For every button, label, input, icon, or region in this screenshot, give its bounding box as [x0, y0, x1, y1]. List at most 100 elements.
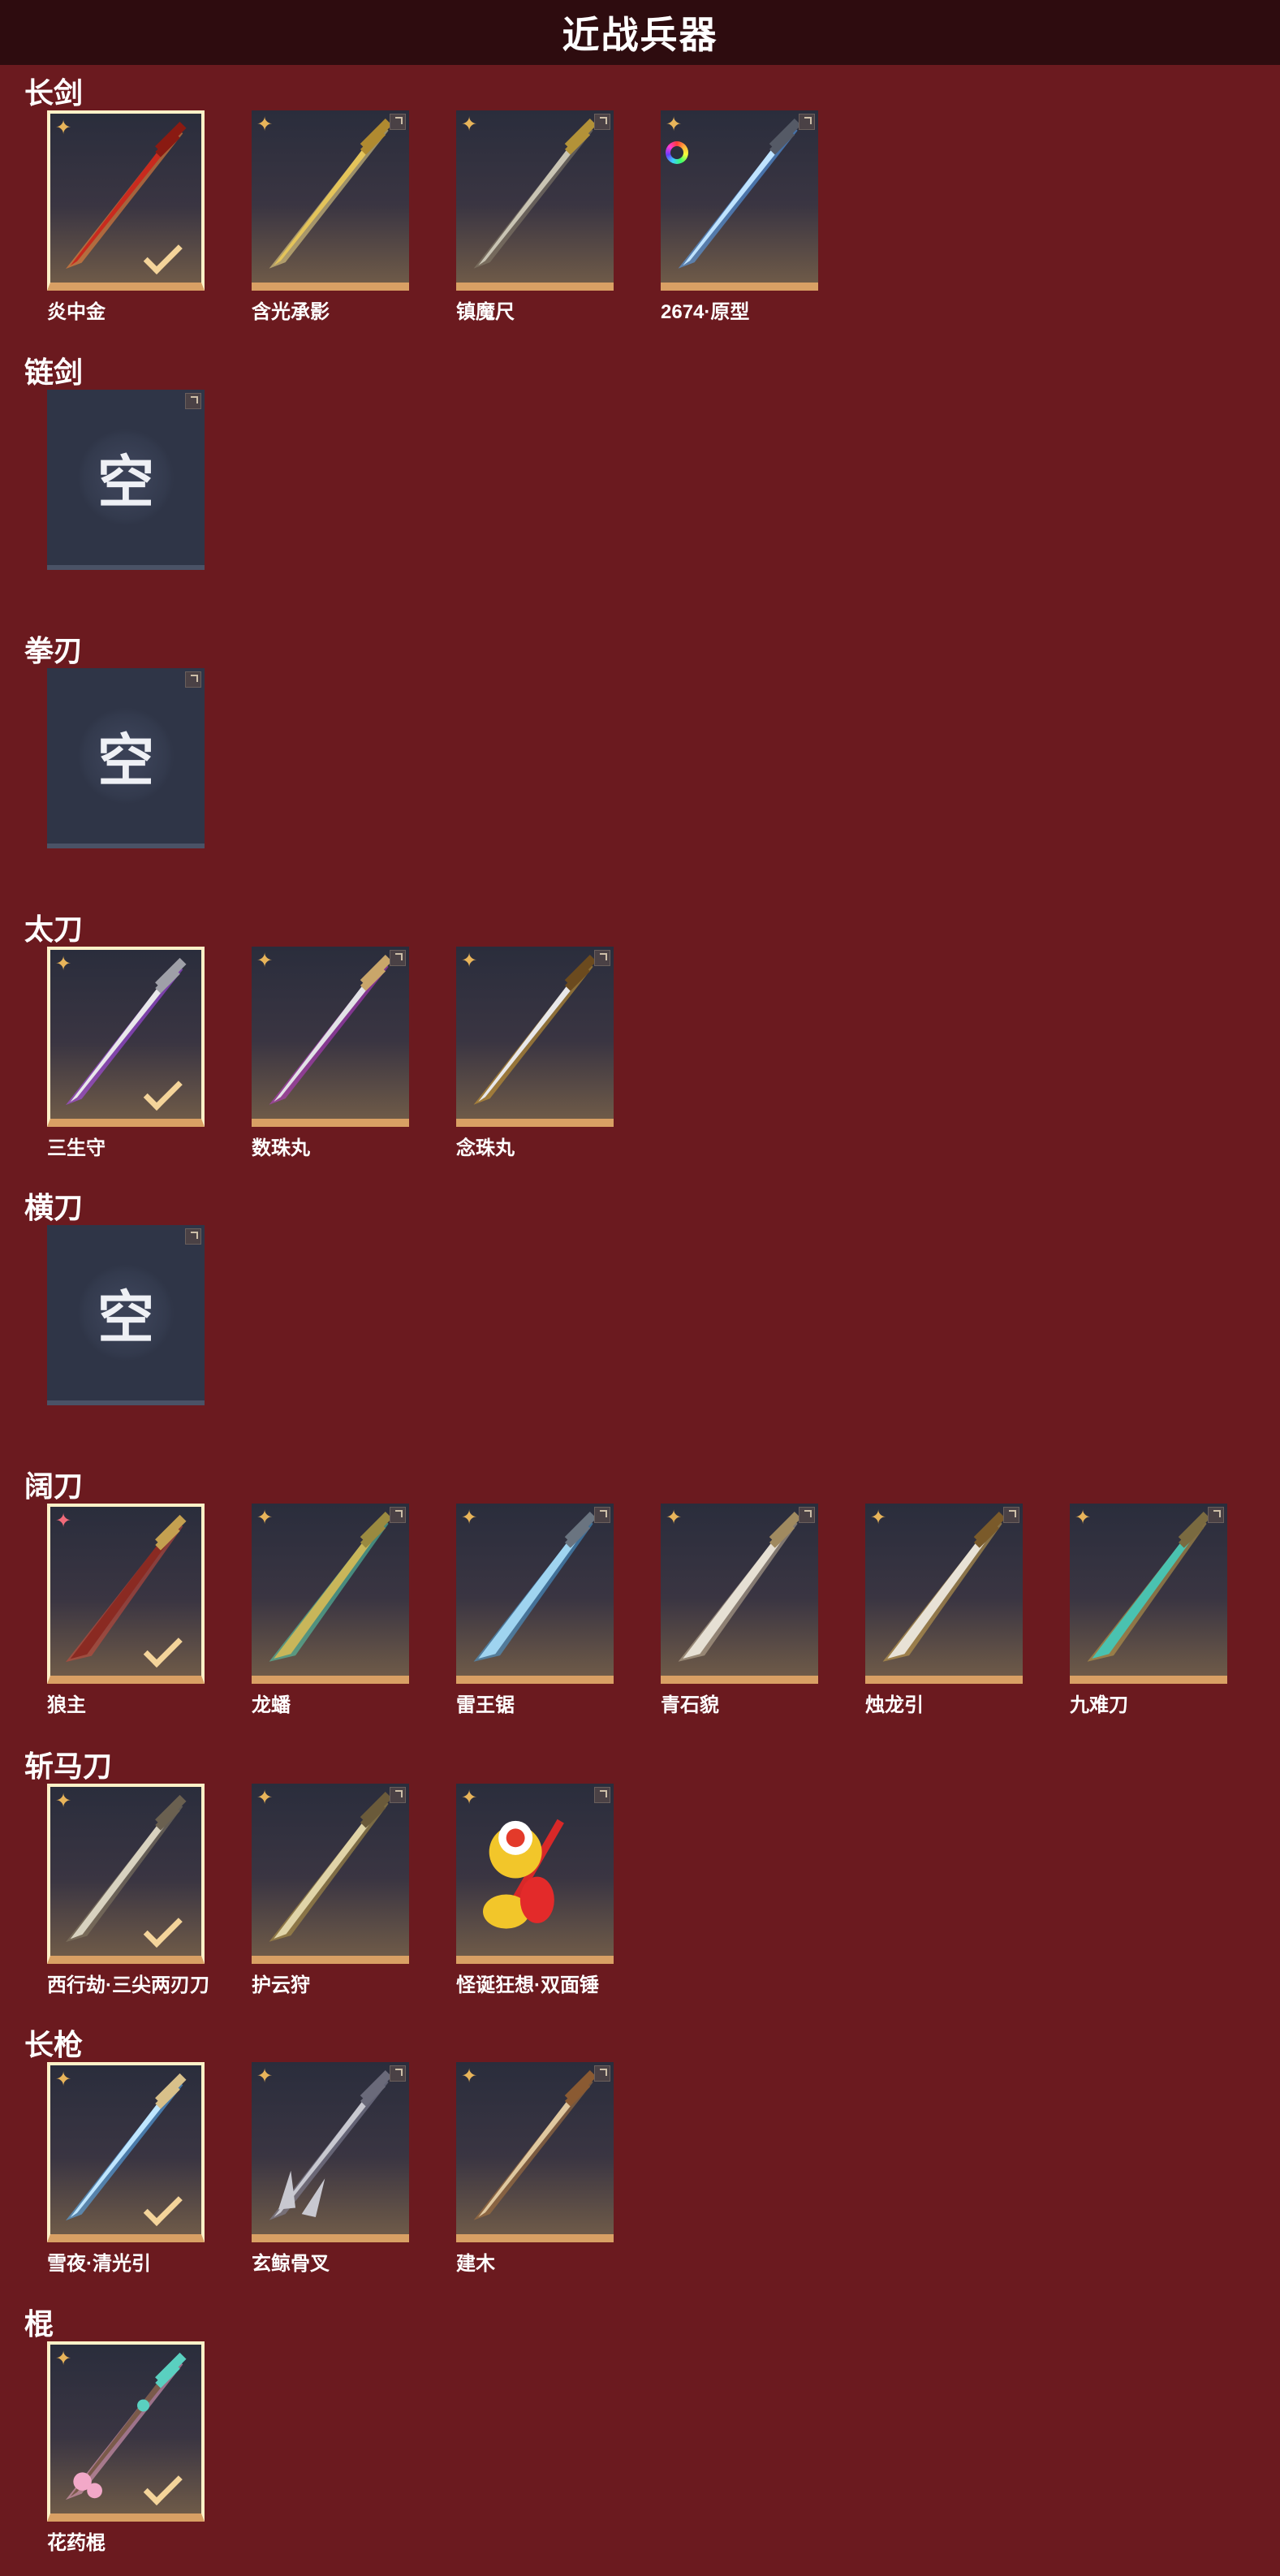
- weapon-item[interactable]: ✦ 护云狩: [252, 1784, 409, 1997]
- weapon-name: 狼主: [47, 1694, 86, 1716]
- weapon-row: ✦ 雪夜·清光引 ✦ 玄鲸骨叉 ✦ 建木: [47, 2062, 614, 2276]
- weapon-name: 念珠丸: [456, 1137, 515, 1159]
- weapon-card: ✦: [252, 947, 409, 1127]
- weapon-item[interactable]: ✦ 九难刀: [1070, 1504, 1227, 1717]
- weapon-image: [269, 1792, 392, 1942]
- weapon-image: [473, 119, 597, 269]
- gold-star-icon: ✦: [461, 2065, 478, 2087]
- empty-weapon-slot[interactable]: 空: [47, 668, 205, 848]
- section-title: 链剑: [24, 356, 84, 389]
- weapon-image: [473, 955, 597, 1105]
- weapon-card: ✦: [456, 1504, 614, 1684]
- weapon-item[interactable]: ✦ 含光承影: [252, 110, 409, 324]
- corner-tag-icon: [185, 671, 201, 688]
- empty-weapon-slot[interactable]: 空: [47, 1225, 205, 1405]
- weapon-item[interactable]: ✦ 花药棍: [47, 2341, 205, 2555]
- gold-star-icon: ✦: [256, 2065, 274, 2087]
- rainbow-ring-icon: [666, 141, 688, 164]
- weapon-name: 雷王锯: [456, 1694, 515, 1716]
- weapon-card: ✦: [456, 110, 614, 291]
- corner-tag-icon: [799, 1507, 815, 1523]
- gold-star-icon: ✦: [256, 1507, 274, 1529]
- weapon-row: ✦ 狼主 ✦ 龙蟠 ✦ 雷王锯 ✦ 青石貌 ✦ 烛龙引 ✦ 九难刀: [47, 1504, 1227, 1717]
- weapon-card: ✦: [47, 2341, 205, 2522]
- section-title: 长剑: [24, 76, 84, 110]
- weapon-name: 护云狩: [252, 1974, 310, 1996]
- weapon-item[interactable]: ✦ 雷王锯: [456, 1504, 614, 1717]
- gold-star-icon: ✦: [461, 950, 478, 972]
- weapon-name: 西行劫·三尖两刃刀: [47, 1974, 209, 1996]
- gold-star-icon: ✦: [666, 1507, 683, 1529]
- weapon-item[interactable]: ✦ 三生守: [47, 947, 205, 1160]
- weapon-item[interactable]: ✦ 西行劫·三尖两刃刀: [47, 1784, 209, 1997]
- weapon-name: 雪夜·清光引: [47, 2253, 151, 2275]
- corner-tag-icon: [594, 950, 610, 966]
- corner-tag-icon: [390, 950, 406, 966]
- weapon-row: ✦ 三生守 ✦ 数珠丸 ✦ 念珠丸: [47, 947, 614, 1160]
- weapon-item[interactable]: ✦ 念珠丸: [456, 947, 614, 1160]
- corner-tag-icon: [185, 393, 201, 409]
- weapon-row: 空: [47, 390, 205, 570]
- gold-star-icon: ✦: [256, 114, 274, 136]
- corner-tag-icon: [594, 114, 610, 130]
- weapon-name: 建木: [456, 2253, 495, 2275]
- gold-star-icon: ✦: [461, 114, 478, 136]
- weapon-item[interactable]: ✦ 数珠丸: [252, 947, 409, 1160]
- weapon-item[interactable]: ✦ 镇魔尺: [456, 110, 614, 324]
- weapon-item[interactable]: ✦ 怪诞狂想·双面锤: [456, 1784, 614, 1997]
- red-star-icon: ✦: [55, 1510, 72, 1532]
- weapon-name: 花药棍: [47, 2532, 106, 2554]
- weapon-image: [269, 2070, 392, 2220]
- corner-tag-icon: [390, 1507, 406, 1523]
- empty-slot-card: 空: [47, 1225, 205, 1405]
- weapon-item[interactable]: ✦ 建木: [456, 2062, 614, 2276]
- weapon-name: 怪诞狂想·双面锤: [456, 1974, 599, 1996]
- weapon-name: 九难刀: [1070, 1694, 1128, 1716]
- gold-star-icon: ✦: [256, 950, 274, 972]
- weapon-image: [269, 955, 392, 1105]
- empty-weapon-slot[interactable]: 空: [47, 390, 205, 570]
- weapon-image: [678, 1512, 801, 1662]
- gold-star-icon: ✦: [1075, 1507, 1092, 1529]
- weapon-card: ✦: [1070, 1504, 1227, 1684]
- weapon-image: [65, 1514, 187, 1663]
- corner-tag-icon: [799, 114, 815, 130]
- gold-star-icon: ✦: [666, 114, 683, 136]
- section-title: 棍: [24, 2307, 54, 2341]
- corner-tag-icon: [1003, 1507, 1019, 1523]
- gold-star-icon: ✦: [870, 1507, 887, 1529]
- weapon-name: 镇魔尺: [456, 301, 515, 323]
- section-title: 横刀: [24, 1191, 84, 1224]
- corner-tag-icon: [1208, 1507, 1224, 1523]
- empty-slot-label: 空: [97, 450, 154, 514]
- gold-star-icon: ✦: [55, 953, 72, 975]
- weapon-card: ✦: [661, 110, 818, 291]
- weapon-item[interactable]: ✦ 狼主: [47, 1504, 205, 1717]
- section-title: 斩马刀: [24, 1750, 113, 1783]
- weapon-name: 三生守: [47, 1137, 106, 1159]
- weapon-row: 空: [47, 668, 205, 848]
- weapon-image: [65, 2073, 187, 2221]
- weapon-item[interactable]: ✦ 青石貌: [661, 1504, 818, 1717]
- weapon-image: [65, 957, 187, 1106]
- weapon-name: 龙蟠: [252, 1694, 291, 1716]
- weapon-name: 2674·原型: [661, 301, 750, 323]
- weapon-image: [65, 2352, 187, 2500]
- page-header: 近战兵器: [0, 0, 1280, 65]
- weapon-item[interactable]: ✦ 龙蟠: [252, 1504, 409, 1717]
- weapon-row: ✦ 西行劫·三尖两刃刀 ✦ 护云狩 ✦ 怪诞狂想·双面锤: [47, 1784, 614, 1997]
- weapon-item[interactable]: ✦ 2674·原型: [661, 110, 818, 324]
- weapon-card: ✦: [456, 1784, 614, 1964]
- weapon-row: ✦ 花药棍: [47, 2341, 205, 2555]
- gold-star-icon: ✦: [55, 2069, 72, 2091]
- weapon-item[interactable]: ✦ 炎中金: [47, 110, 205, 324]
- weapon-image: [473, 2070, 597, 2220]
- weapon-card: ✦: [456, 2062, 614, 2242]
- weapon-item[interactable]: ✦ 烛龙引: [865, 1504, 1023, 1717]
- weapon-row: 空: [47, 1225, 205, 1405]
- weapon-name: 青石貌: [661, 1694, 719, 1716]
- weapon-item[interactable]: ✦ 雪夜·清光引: [47, 2062, 205, 2276]
- weapon-item[interactable]: ✦ 玄鲸骨叉: [252, 2062, 409, 2276]
- corner-tag-icon: [594, 2065, 610, 2082]
- weapon-card: ✦: [252, 2062, 409, 2242]
